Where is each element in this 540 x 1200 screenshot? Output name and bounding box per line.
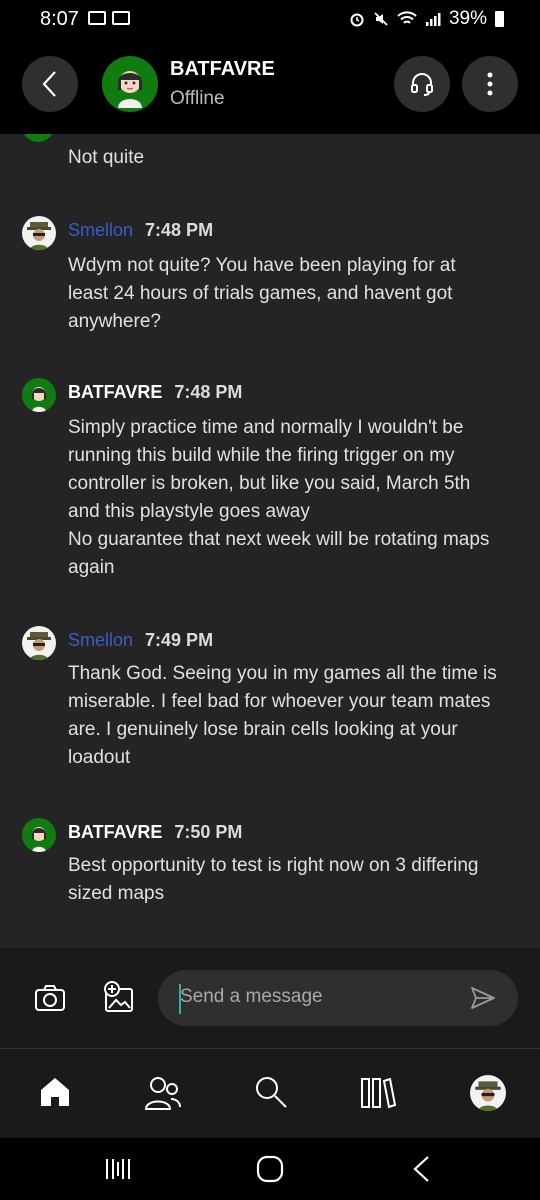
message-composer: Send a message <box>0 948 540 1048</box>
send-button[interactable] <box>470 986 496 1015</box>
camera-icon <box>35 985 65 1011</box>
back-icon <box>42 71 56 97</box>
message-body: Simply practice time and normally I woul… <box>68 414 520 582</box>
sender-name[interactable]: BATFAVRE <box>68 822 162 843</box>
battery-icon <box>495 11 504 27</box>
message-input[interactable]: Send a message <box>158 970 518 1026</box>
message-line: Thank God. Seeing you in my games all th… <box>68 663 497 684</box>
message-line: anywhere? <box>68 311 161 332</box>
message-line: again <box>68 557 115 578</box>
contact-name: BATFAVRE <box>170 58 275 80</box>
status-time: 8:07 <box>40 8 79 30</box>
message-line: Simply practice time and normally I woul… <box>68 417 464 438</box>
message-line: controller is broken, but like you said,… <box>68 473 471 494</box>
battery-percent: 39% <box>448 8 487 29</box>
message-meta: Smellon 7:48 PM <box>68 220 213 241</box>
home-icon <box>41 1078 69 1106</box>
nav-home[interactable] <box>38 1075 72 1114</box>
more-vertical-icon <box>487 72 493 96</box>
bottom-nav <box>0 1048 540 1139</box>
message-meta: BATFAVRE 7:48 PM <box>68 382 242 403</box>
search-icon <box>256 1077 287 1108</box>
contact-status: Offline <box>170 88 225 109</box>
message-line: No guarantee that next week will be rota… <box>68 529 490 550</box>
sender-avatar[interactable] <box>22 216 56 250</box>
voice-chat-button[interactable] <box>394 56 450 112</box>
headset-icon <box>411 73 433 96</box>
message-line: miserable. I feel bad for whoever your t… <box>68 691 491 712</box>
sender-name[interactable]: BATFAVRE <box>68 382 162 403</box>
message-body: Best opportunity to test is right now on… <box>68 852 520 908</box>
message-list[interactable]: Not quite Smellon 7:48 PM Wdym not quite… <box>0 134 540 948</box>
nav-social[interactable] <box>144 1075 182 1116</box>
sender-avatar[interactable] <box>22 626 56 660</box>
sender-avatar[interactable] <box>22 818 56 852</box>
message-text: Not quite <box>68 147 145 168</box>
message-line: loadout <box>68 747 131 768</box>
alarm-icon <box>350 13 364 27</box>
signal-icon <box>425 13 441 26</box>
add-image-button[interactable] <box>102 981 136 1020</box>
wifi-icon <box>397 11 417 24</box>
add-image-icon <box>104 981 133 1012</box>
sender-avatar[interactable] <box>22 378 56 412</box>
sender-name[interactable]: Smellon <box>68 630 133 651</box>
mute-icon <box>374 12 388 26</box>
home-system-button[interactable] <box>255 1154 285 1189</box>
message-line: Best opportunity to test is right now on… <box>68 855 479 876</box>
gallery-notification-icon <box>88 11 106 25</box>
contact-avatar[interactable] <box>102 56 158 112</box>
recent-apps-button[interactable] <box>104 1156 132 1187</box>
recent-apps-icon <box>106 1159 130 1179</box>
sender-name[interactable]: Smellon <box>68 220 133 241</box>
profile-avatar[interactable] <box>470 1075 506 1111</box>
message-body: Thank God. Seeing you in my games all th… <box>68 660 520 772</box>
people-icon <box>144 1077 181 1110</box>
nav-library[interactable] <box>360 1077 397 1114</box>
message-line: and this playstyle goes away <box>68 501 310 522</box>
more-options-button[interactable] <box>462 56 518 112</box>
back-system-button[interactable] <box>410 1154 432 1189</box>
nav-search[interactable] <box>254 1075 288 1114</box>
home-button-icon <box>256 1155 284 1183</box>
send-icon <box>471 987 495 1009</box>
message-input-placeholder: Send a message <box>180 986 323 1007</box>
message-line: Wdym not quite? You have been playing fo… <box>68 255 456 276</box>
message-body: Wdym not quite? You have been playing fo… <box>68 252 520 336</box>
status-bar: 8:07 39% <box>0 0 540 40</box>
message-time: 7:50 PM <box>174 822 243 842</box>
voicemail-notification-icon <box>112 11 130 25</box>
message-line: sized maps <box>68 883 165 904</box>
message-meta: Smellon 7:49 PM <box>68 630 213 651</box>
back-button[interactable] <box>22 56 78 112</box>
message-line: are. I genuinely lose brain cells lookin… <box>68 719 458 740</box>
chat-header: BATFAVRE Offline <box>0 40 540 134</box>
message-line: least 24 hours of trials games, and have… <box>68 283 453 304</box>
message-line: running this build while the firing trig… <box>68 445 455 466</box>
message-time: 7:48 PM <box>174 382 243 402</box>
sender-avatar <box>22 134 54 142</box>
message-time: 7:48 PM <box>145 220 214 240</box>
library-icon <box>361 1077 397 1109</box>
system-nav-bar <box>0 1138 540 1200</box>
message-time: 7:49 PM <box>145 630 214 650</box>
message-meta: BATFAVRE 7:50 PM <box>68 822 242 843</box>
back-arrow-icon <box>413 1156 429 1182</box>
camera-button[interactable] <box>34 984 66 1017</box>
